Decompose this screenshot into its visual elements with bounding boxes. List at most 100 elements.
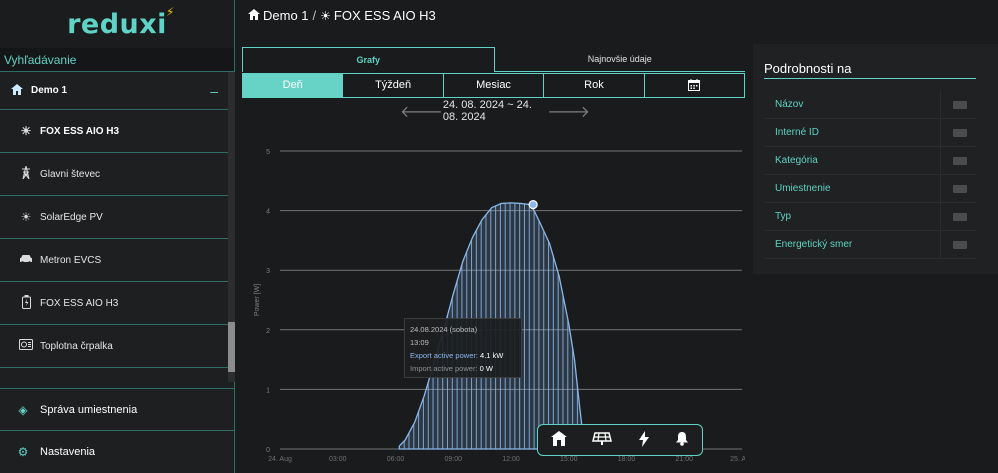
sidebar-item-solaredge[interactable]: ☀ SolarEdge PV bbox=[0, 196, 228, 239]
tooltip-import-row: Import active power: 0 W bbox=[410, 364, 493, 373]
period-tabs: Deň Týždeň Mesiac Rok bbox=[242, 73, 745, 98]
tab-najnovsie-udaje[interactable]: Najnovšie údaje bbox=[494, 47, 745, 72]
x-tick-label: 21:00 bbox=[675, 456, 693, 463]
logo-text: reduxi bbox=[67, 8, 167, 40]
detail-label: Energetický smer bbox=[765, 230, 941, 259]
detail-row-umiestnenie: Umiestnenie bbox=[765, 174, 976, 203]
detail-label: Kategória bbox=[765, 146, 941, 175]
sun-icon: ☀ bbox=[20, 124, 32, 138]
gear-icon: ⚙ bbox=[17, 444, 29, 459]
tab-den[interactable]: Deň bbox=[243, 74, 344, 97]
detail-label: Názov bbox=[765, 90, 941, 119]
x-tick-label: 09:00 bbox=[444, 456, 462, 463]
solar-panel-icon[interactable] bbox=[592, 431, 613, 449]
logo[interactable]: reduxi ⚡ bbox=[67, 5, 174, 40]
search-field[interactable]: Vyhľadávanie bbox=[0, 48, 234, 72]
x-tick-label: 25. Aug bbox=[730, 456, 745, 463]
detail-row-nazov: Názov bbox=[765, 90, 976, 119]
calendar-icon bbox=[688, 79, 701, 92]
tooltip-export-value: 4.1 kW bbox=[480, 351, 504, 360]
chart-area[interactable]: 0 1 2 3 4 5 Power [W] 24. Aug 03:00 06:00 09:00 12:… bbox=[242, 126, 745, 473]
detail-value-placeholder bbox=[953, 128, 967, 137]
detail-value-placeholder bbox=[953, 184, 967, 193]
detail-value-placeholder bbox=[953, 156, 967, 165]
detail-row-kategoria: Kategória bbox=[765, 146, 976, 175]
detail-value-placeholder bbox=[953, 240, 967, 249]
car-icon bbox=[18, 253, 34, 267]
home-icon[interactable] bbox=[550, 431, 567, 449]
tab-grafy[interactable]: Grafy bbox=[242, 47, 495, 72]
nav-group-label: Demo 1 bbox=[31, 85, 68, 96]
nav-group-demo[interactable]: Demo 1 – bbox=[0, 72, 228, 110]
settings-button[interactable]: ⚙ Nastavenia bbox=[0, 430, 234, 472]
x-tick-label: 15:00 bbox=[560, 456, 578, 463]
battery-icon bbox=[18, 294, 34, 312]
sidebar-item-label: FOX ESS AIO H3 bbox=[40, 297, 119, 309]
tab-mesiac[interactable]: Mesiac bbox=[444, 74, 545, 97]
home-icon bbox=[11, 83, 25, 98]
detail-label: Interné ID bbox=[765, 118, 941, 147]
page-title: FOX ESS AIO H3 bbox=[333, 8, 436, 23]
sidebar-item-toplotna-crpalka[interactable]: Toplotna črpalka bbox=[0, 325, 228, 368]
sidebar-item-label: SolarEdge PV bbox=[40, 211, 103, 223]
tab-tyzden[interactable]: Týždeň bbox=[343, 74, 444, 97]
quick-action-bar bbox=[537, 424, 703, 456]
calendar-button[interactable] bbox=[645, 74, 744, 97]
power-tower-icon bbox=[18, 165, 34, 182]
y-tick-label: 5 bbox=[266, 149, 270, 156]
scrollbar-thumb[interactable] bbox=[228, 322, 235, 372]
detail-row-energeticky-smer: Energetický smer bbox=[765, 230, 976, 259]
sidebar-item-fox-ess[interactable]: ☀ FOX ESS AIO H3 bbox=[0, 110, 228, 153]
date-navigation: 🡐 24. 08. 2024 ~ 24. 08. 2024 🡒 bbox=[400, 99, 590, 123]
home-icon bbox=[248, 8, 260, 23]
power-chart[interactable]: 0 1 2 3 4 5 Power [W] 24. Aug 03:00 06:00 09:00 12:… bbox=[242, 126, 745, 473]
y-axis-label: Power [W] bbox=[254, 284, 261, 316]
details-table: Názov Interné ID Kategória Umiestnenie T… bbox=[765, 90, 976, 259]
chart-tooltip: 24.08.2024 (sobota) 13:09 Export active … bbox=[404, 318, 522, 378]
x-tick-label: 03:00 bbox=[329, 456, 347, 463]
sidebar: reduxi ⚡ Vyhľadávanie Demo 1 – ☀ FOX ESS … bbox=[0, 0, 235, 473]
heat-pump-icon bbox=[18, 338, 34, 354]
sidebar-item-label: Glavni števec bbox=[40, 168, 101, 180]
detail-row-typ: Typ bbox=[765, 202, 976, 231]
x-tick-label: 24. Aug bbox=[268, 456, 292, 463]
tooltip-export-row: Export active power: 4.1 kW bbox=[410, 351, 504, 360]
detail-label: Typ bbox=[765, 202, 941, 231]
bolt-icon: ⚡ bbox=[165, 4, 175, 19]
sun-icon: ☀ bbox=[320, 8, 331, 23]
sidebar-item-fox-ess-battery[interactable]: FOX ESS AIO H3 bbox=[0, 282, 228, 325]
sidebar-scrollbar[interactable] bbox=[228, 72, 235, 382]
y-tick-label: 4 bbox=[266, 209, 270, 216]
sidebar-item-label: FOX ESS AIO H3 bbox=[40, 125, 120, 137]
tooltip-import-value: 0 W bbox=[479, 364, 493, 373]
sidebar-item-label: Metron EVCS bbox=[40, 254, 102, 266]
date-range[interactable]: 24. 08. 2024 ~ 24. 08. 2024 bbox=[443, 99, 547, 123]
bottom-item-label: Nastavenia bbox=[40, 445, 96, 458]
breadcrumb-separator: / bbox=[312, 8, 317, 23]
y-tick-label: 2 bbox=[266, 328, 270, 335]
sidebar-item-metron-evcs[interactable]: Metron EVCS bbox=[0, 239, 228, 282]
y-tick-label: 0 bbox=[266, 447, 270, 454]
x-tick-label: 06:00 bbox=[387, 456, 405, 463]
details-title: Podrobnosti na bbox=[764, 61, 976, 79]
location-management-button[interactable]: ◈ Správa umiestnenia bbox=[0, 388, 234, 430]
sidebar-item-glavni-stevec[interactable]: Glavni števec bbox=[0, 153, 228, 196]
bolt-icon[interactable] bbox=[638, 430, 650, 450]
detail-label: Umiestnenie bbox=[765, 174, 941, 203]
next-arrow-icon[interactable]: 🡒 bbox=[547, 101, 590, 122]
detail-value-placeholder bbox=[953, 212, 967, 221]
panel-tabs: Grafy Najnovšie údaje bbox=[242, 47, 745, 72]
tooltip-import-label: Import active power bbox=[410, 364, 476, 373]
tab-rok[interactable]: Rok bbox=[544, 74, 645, 97]
tooltip-time: 13:09 bbox=[410, 338, 429, 347]
prev-arrow-icon[interactable]: 🡐 bbox=[400, 101, 443, 122]
breadcrumb-demo[interactable]: Demo 1 bbox=[263, 8, 309, 23]
nav-list: Demo 1 – ☀ FOX ESS AIO H3 Glavni števec … bbox=[0, 72, 228, 368]
x-tick-label: 18:00 bbox=[618, 456, 636, 463]
location-icon: ◈ bbox=[18, 402, 28, 417]
tooltip-date: 24.08.2024 (sobota) bbox=[410, 325, 478, 334]
highlight-point bbox=[528, 200, 538, 210]
bell-icon[interactable] bbox=[675, 431, 689, 449]
bottom-item-label: Správa umiestnenia bbox=[40, 403, 138, 416]
collapse-icon[interactable]: – bbox=[210, 83, 218, 99]
